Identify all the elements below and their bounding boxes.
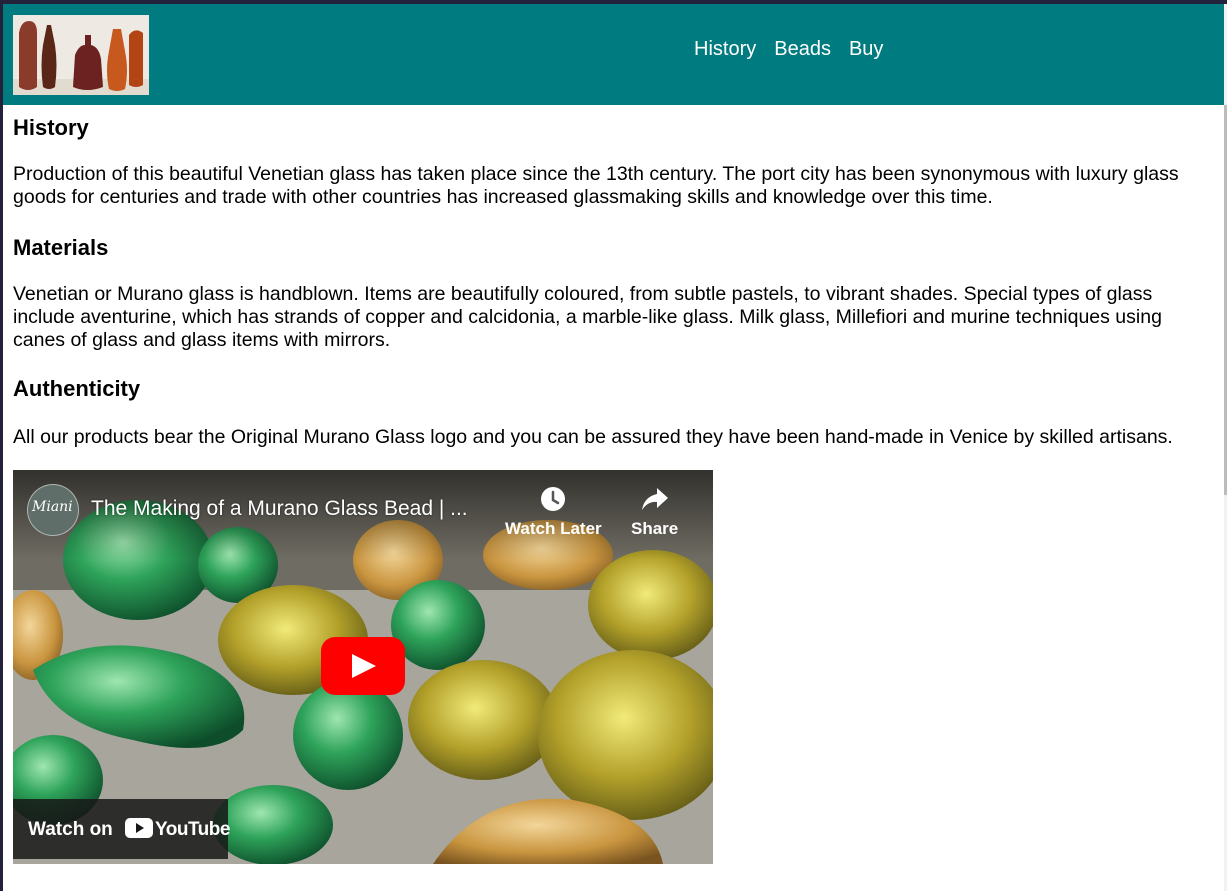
authenticity-heading: Authenticity bbox=[13, 376, 141, 401]
share-arrow-icon bbox=[641, 488, 668, 510]
watch-later-button[interactable]: Watch Later bbox=[505, 485, 602, 539]
authenticity-paragraph: All our products bear the Original Muran… bbox=[13, 426, 1173, 448]
window-left-border bbox=[0, 0, 3, 891]
history-heading: History bbox=[13, 115, 89, 140]
youtube-logo-icon bbox=[125, 818, 153, 838]
nav-link-buy[interactable]: Buy bbox=[849, 38, 883, 61]
materials-heading: Materials bbox=[13, 235, 109, 260]
vases-logo-image[interactable] bbox=[13, 15, 149, 95]
share-button[interactable]: Share bbox=[631, 485, 678, 539]
share-label: Share bbox=[631, 519, 679, 538]
watch-on-label: Watch on bbox=[28, 819, 113, 840]
video-title-link[interactable]: The Making of a Murano Glass Bead | ... bbox=[91, 497, 468, 521]
materials-paragraph: Venetian or Murano glass is handblown. I… bbox=[13, 283, 1162, 351]
youtube-video-embed[interactable]: Miani The Making of a Murano Glass Bead … bbox=[13, 470, 713, 864]
nav-link-history[interactable]: History bbox=[694, 38, 756, 61]
play-button[interactable] bbox=[321, 637, 405, 695]
channel-logo-text: Miani bbox=[32, 499, 73, 515]
nav-link-beads[interactable]: Beads bbox=[774, 38, 831, 61]
play-icon bbox=[352, 654, 376, 678]
main-nav: History Beads Buy bbox=[694, 38, 883, 61]
clock-icon bbox=[541, 487, 566, 511]
channel-avatar[interactable]: Miani bbox=[27, 484, 79, 536]
watch-on-youtube-button[interactable]: Watch on YouTube bbox=[13, 799, 230, 859]
site-header: History Beads Buy bbox=[3, 4, 1224, 105]
watch-later-label: Watch Later bbox=[505, 519, 602, 538]
youtube-wordmark: YouTube bbox=[155, 819, 230, 840]
history-paragraph: Production of this beautiful Venetian gl… bbox=[13, 163, 1179, 208]
